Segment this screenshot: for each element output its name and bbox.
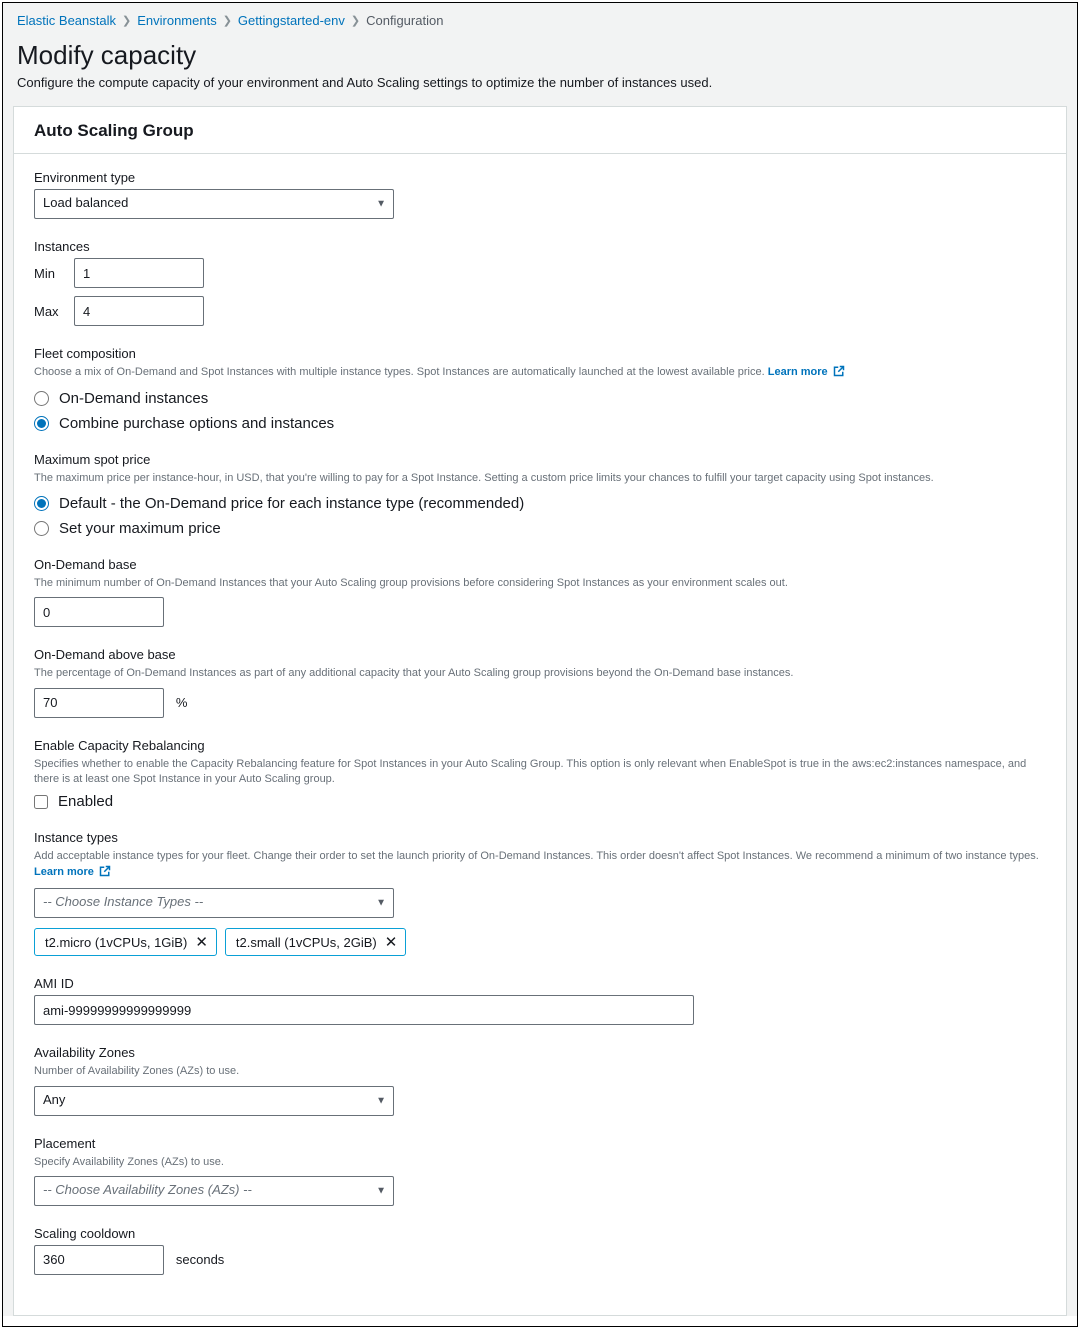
ami-id-label: AMI ID [34, 976, 1046, 991]
chevron-right-icon: ❯ [351, 14, 360, 27]
breadcrumb: Elastic Beanstalk ❯ Environments ❯ Getti… [3, 3, 1077, 36]
ondemand-base-input[interactable] [34, 597, 164, 627]
spot-default-label: Default - the On-Demand price for each i… [59, 495, 524, 512]
env-type-label: Environment type [34, 170, 1046, 185]
env-type-select[interactable]: Load balanced [34, 189, 394, 219]
spot-price-label: Maximum spot price [34, 452, 1046, 467]
breadcrumb-current: Configuration [366, 13, 443, 28]
instance-type-tag: t2.small (1vCPUs, 2GiB) ✕ [225, 928, 406, 956]
close-icon[interactable]: ✕ [383, 933, 400, 951]
external-link-icon [99, 865, 111, 882]
tag-label: t2.small (1vCPUs, 2GiB) [236, 935, 377, 950]
breadcrumb-env-name[interactable]: Gettingstarted-env [238, 13, 345, 28]
fleet-help: Choose a mix of On-Demand and Spot Insta… [34, 366, 765, 378]
auto-scaling-panel: Auto Scaling Group Environment type Load… [13, 106, 1067, 1316]
fleet-combine-radio[interactable] [34, 416, 49, 431]
page-subtitle: Configure the compute capacity of your e… [17, 75, 1063, 90]
instance-types-learn-more-link[interactable]: Learn more [34, 866, 111, 878]
rebalancing-help: Specifies whether to enable the Capacity… [34, 757, 1046, 788]
rebalancing-label: Enable Capacity Rebalancing [34, 738, 1046, 753]
ami-id-input[interactable] [34, 995, 694, 1025]
max-label: Max [34, 304, 64, 319]
chevron-right-icon: ❯ [122, 14, 131, 27]
ondemand-above-input[interactable] [34, 688, 164, 718]
az-select[interactable]: Any [34, 1086, 394, 1116]
spot-default-radio[interactable] [34, 496, 49, 511]
placement-label: Placement [34, 1136, 1046, 1151]
breadcrumb-environments[interactable]: Environments [137, 13, 216, 28]
rebalancing-checkbox-label: Enabled [58, 793, 113, 810]
external-link-icon [833, 365, 845, 382]
instance-type-tag: t2.micro (1vCPUs, 1GiB) ✕ [34, 928, 217, 956]
min-instances-input[interactable] [74, 258, 204, 288]
spot-price-help: The maximum price per instance-hour, in … [34, 471, 1046, 486]
fleet-learn-more-link[interactable]: Learn more [768, 366, 845, 378]
max-instances-input[interactable] [74, 296, 204, 326]
rebalancing-checkbox[interactable] [34, 795, 48, 809]
az-label: Availability Zones [34, 1045, 1046, 1060]
instance-types-select[interactable]: -- Choose Instance Types -- [34, 888, 394, 918]
fleet-label: Fleet composition [34, 346, 1046, 361]
min-label: Min [34, 266, 64, 281]
ondemand-above-suffix: % [176, 695, 188, 710]
ondemand-base-label: On-Demand base [34, 557, 1046, 572]
fleet-combine-label: Combine purchase options and instances [59, 415, 334, 432]
fleet-ondemand-radio[interactable] [34, 391, 49, 406]
instance-types-label: Instance types [34, 830, 1046, 845]
close-icon[interactable]: ✕ [193, 933, 210, 951]
ondemand-base-help: The minimum number of On-Demand Instance… [34, 576, 1046, 591]
ondemand-above-help: The percentage of On-Demand Instances as… [34, 666, 1046, 681]
chevron-right-icon: ❯ [223, 14, 232, 27]
fleet-ondemand-label: On-Demand instances [59, 390, 208, 407]
ondemand-above-label: On-Demand above base [34, 647, 1046, 662]
page-title: Modify capacity [17, 40, 1063, 71]
tag-label: t2.micro (1vCPUs, 1GiB) [45, 935, 187, 950]
spot-custom-label: Set your maximum price [59, 520, 221, 537]
cooldown-suffix: seconds [176, 1252, 224, 1267]
cooldown-label: Scaling cooldown [34, 1226, 1046, 1241]
breadcrumb-root[interactable]: Elastic Beanstalk [17, 13, 116, 28]
instances-label: Instances [34, 239, 1046, 254]
placement-help: Specify Availability Zones (AZs) to use. [34, 1155, 1046, 1170]
spot-custom-radio[interactable] [34, 521, 49, 536]
panel-title: Auto Scaling Group [34, 121, 1046, 141]
cooldown-input[interactable] [34, 1245, 164, 1275]
placement-select[interactable]: -- Choose Availability Zones (AZs) -- [34, 1176, 394, 1206]
instance-types-help: Add acceptable instance types for your f… [34, 850, 1039, 862]
az-help: Number of Availability Zones (AZs) to us… [34, 1064, 1046, 1079]
